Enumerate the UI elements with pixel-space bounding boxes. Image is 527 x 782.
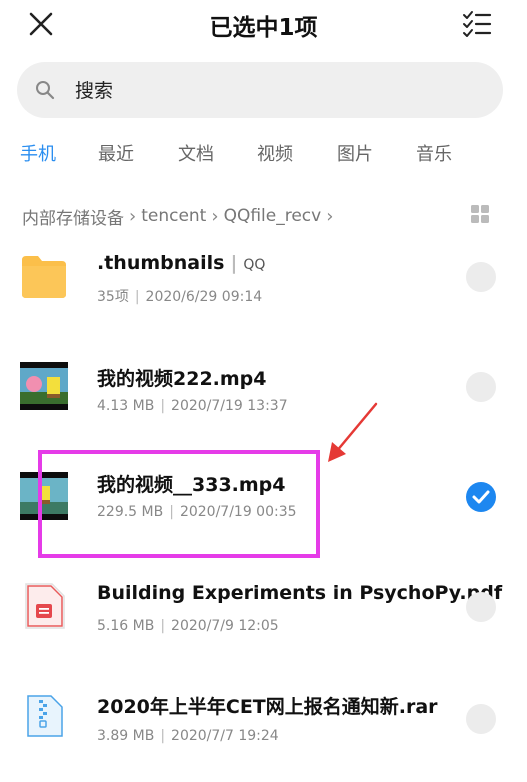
select-checkbox-checked[interactable] xyxy=(466,482,496,512)
tab-phone[interactable]: 手机 xyxy=(20,140,56,166)
check-icon xyxy=(472,490,490,504)
breadcrumb-tencent[interactable]: tencent xyxy=(141,206,206,226)
category-tabs: 手机 最近 文档 视频 图片 音乐 xyxy=(0,140,527,172)
tab-recent[interactable]: 最近 xyxy=(98,140,134,166)
tab-documents[interactable]: 文档 xyxy=(178,140,214,166)
list-item[interactable]: Building Experiments in PsychoPy.pdf 5.1… xyxy=(0,562,527,672)
search-icon xyxy=(36,81,55,100)
file-size: 4.13 MB xyxy=(97,398,155,414)
grid-view-icon[interactable] xyxy=(471,205,489,223)
list-item[interactable]: 2020年上半年CET网上报名通知新.rar 3.89 MB | 2020/7/7 … xyxy=(0,672,527,782)
search-input[interactable] xyxy=(73,75,477,107)
list-item[interactable]: 我的视频222.mp4 4.13 MB | 2020/7/19 13:37 xyxy=(0,342,527,452)
archive-icon xyxy=(27,695,63,737)
file-date: 2020/7/9 12:05 xyxy=(171,618,279,634)
file-name: .thumbnails xyxy=(97,252,225,274)
breadcrumb-internal-storage[interactable]: 内部存储设备 xyxy=(22,204,124,229)
page-title: 已选中1项 xyxy=(209,15,318,41)
select-checkbox[interactable] xyxy=(466,262,496,292)
select-checkbox[interactable] xyxy=(466,372,496,402)
select-checkbox[interactable] xyxy=(466,704,496,734)
select-all-icon[interactable] xyxy=(462,10,492,38)
list-item[interactable]: .thumbnails | QQ 35项 | 2020/6/29 09:14 xyxy=(0,232,527,342)
highlight-box xyxy=(38,450,320,558)
search-bar[interactable] xyxy=(17,62,503,118)
file-name: 我的视频222.mp4 xyxy=(97,368,267,390)
file-size: 35项 xyxy=(97,289,129,305)
file-size: 5.16 MB xyxy=(97,618,155,634)
tab-videos[interactable]: 视频 xyxy=(257,140,293,166)
video-thumbnail xyxy=(20,362,68,410)
tab-music[interactable]: 音乐 xyxy=(416,140,452,166)
folder-icon xyxy=(22,256,66,298)
file-tag: QQ xyxy=(243,257,266,273)
top-bar: 已选中1项 xyxy=(0,0,527,48)
file-size: 3.89 MB xyxy=(97,728,155,744)
file-name: Building Experiments in PsychoPy.pdf xyxy=(97,582,503,604)
pdf-icon xyxy=(25,583,65,629)
tab-images[interactable]: 图片 xyxy=(337,140,373,166)
breadcrumb: 内部存储设备 › tencent › QQfile_recv › xyxy=(22,203,338,229)
breadcrumb-qqfile-recv[interactable]: QQfile_recv xyxy=(224,206,322,226)
file-name: 2020年上半年CET网上报名通知新.rar xyxy=(97,696,438,718)
arrow-annotation xyxy=(328,402,378,462)
select-checkbox[interactable] xyxy=(466,592,496,622)
file-date: 2020/7/19 13:37 xyxy=(171,398,288,414)
chevron-right-icon: › xyxy=(129,205,137,227)
chevron-right-icon: › xyxy=(326,205,334,227)
file-date: 2020/6/29 09:14 xyxy=(145,289,263,305)
file-date: 2020/7/7 19:24 xyxy=(171,728,279,744)
chevron-right-icon: › xyxy=(211,205,219,227)
